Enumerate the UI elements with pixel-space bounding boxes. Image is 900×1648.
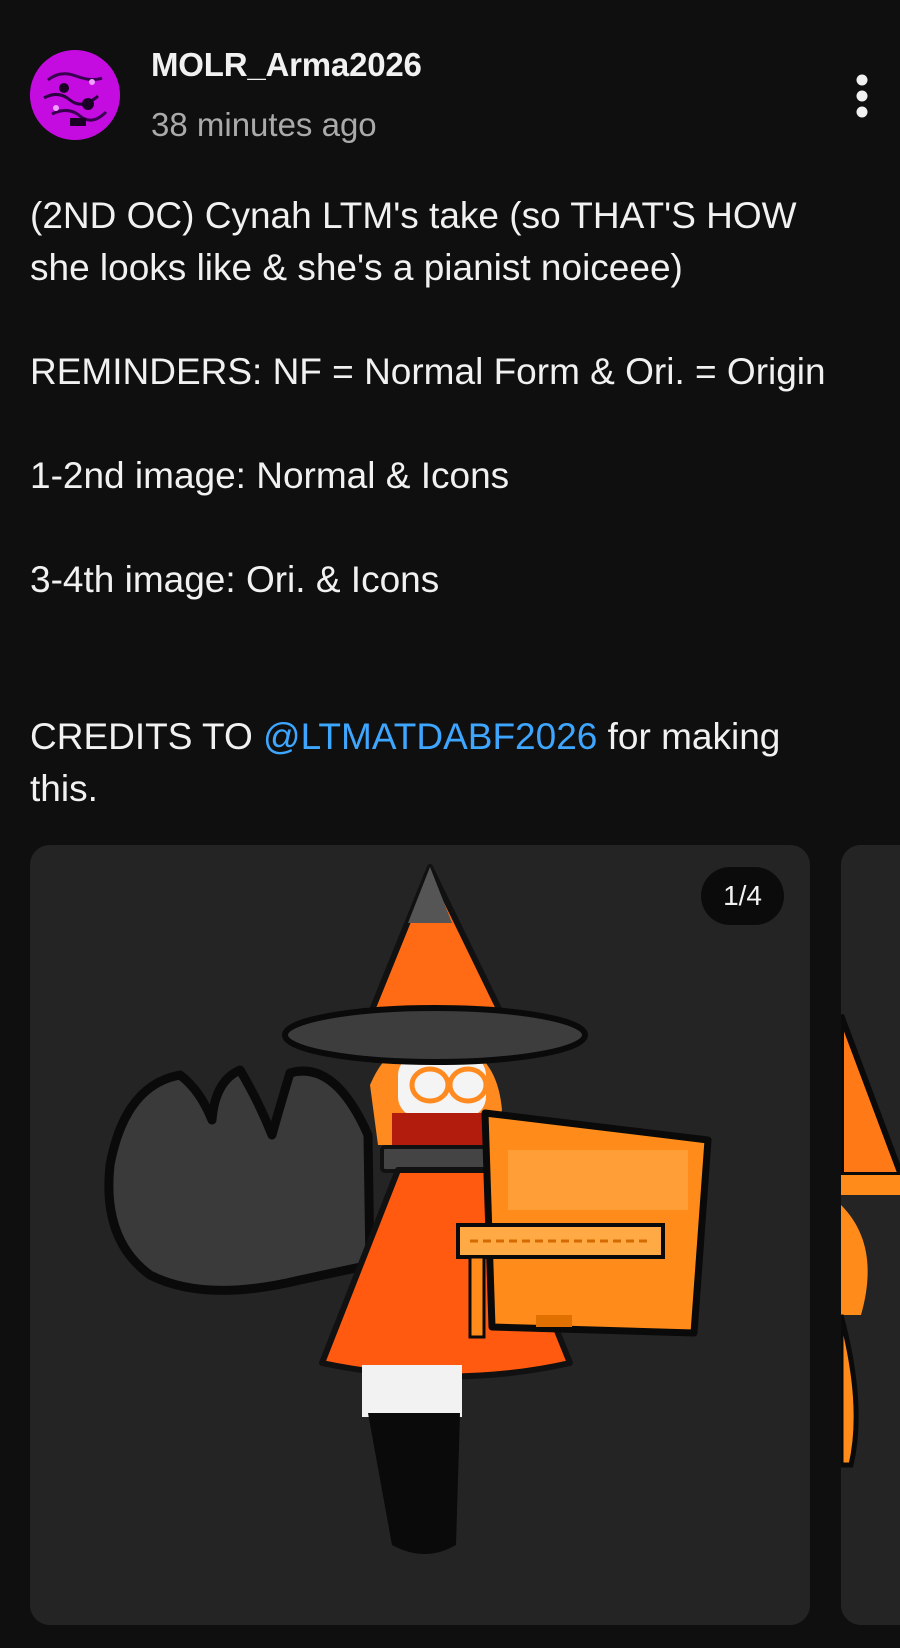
post-text: (2ND OC) Cynah LTM's take (so THAT'S HOW… xyxy=(30,190,880,815)
post-header: MOLR_Arma2026 38 minutes ago xyxy=(0,0,900,160)
image-carousel[interactable]: 1/4 xyxy=(30,845,900,1625)
post-timestamp: 38 minutes ago xyxy=(151,106,377,143)
image-counter-badge: 1/4 xyxy=(701,867,784,925)
post-text-line: she looks like & she's a pianist noiceee… xyxy=(30,247,683,288)
post-text-line: 3-4th image: Ori. & Icons xyxy=(30,559,440,600)
carousel-image-next[interactable] xyxy=(841,845,900,1625)
vertical-ellipsis-icon xyxy=(856,74,868,118)
post-text-line: (2ND OC) Cynah LTM's take (so THAT'S HOW xyxy=(30,195,797,236)
credits-prefix: CREDITS TO xyxy=(30,716,264,757)
author-name[interactable]: MOLR_Arma2026 xyxy=(151,46,422,84)
credits-line: CREDITS TO @LTMATDABF2026 for making xyxy=(30,711,880,763)
carousel-image-current[interactable]: 1/4 xyxy=(30,845,810,1625)
avatar[interactable] xyxy=(30,50,120,140)
credits-line-2: this. xyxy=(30,768,98,809)
mention-link[interactable]: @LTMATDABF2026 xyxy=(263,716,597,757)
post-text-line: 1-2nd image: Normal & Icons xyxy=(30,455,510,496)
more-options-button[interactable] xyxy=(838,66,886,126)
post-text-line: REMINDERS: NF = Normal Form & Ori. = Ori… xyxy=(30,351,826,392)
character-illustration xyxy=(30,845,810,1625)
credits-suffix: for making xyxy=(597,716,781,757)
next-image-preview xyxy=(841,845,900,1625)
avatar-image xyxy=(30,50,120,140)
